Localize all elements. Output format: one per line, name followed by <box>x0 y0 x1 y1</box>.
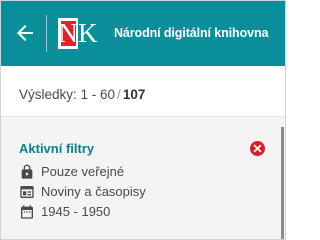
logo-letter-n: N <box>58 18 78 48</box>
active-filters-title: Aktivní filtry <box>19 141 95 156</box>
top-app-bar: N K Národní digitální knihovna <box>1 1 285 66</box>
filter-label: 1945 - 1950 <box>41 204 111 219</box>
app-frame: N K Národní digitální knihovna Výsledky:… <box>0 0 286 240</box>
header-divider <box>46 15 47 52</box>
filter-label: Noviny a časopisy <box>41 184 146 199</box>
app-title: Národní digitální knihovna <box>114 26 269 40</box>
back-button[interactable] <box>13 21 37 45</box>
remove-filters-button[interactable] <box>250 141 265 156</box>
results-total: 107 <box>122 87 146 102</box>
close-circle-icon <box>253 144 262 153</box>
newspaper-icon <box>20 186 34 198</box>
logo-letter-k: K <box>78 18 98 48</box>
arrow-left-icon <box>17 25 33 41</box>
nk-logo[interactable]: N K <box>58 18 98 49</box>
results-separator: / <box>117 87 121 102</box>
filter-label: Pouze veřejné <box>41 164 125 179</box>
active-filters-panel: Aktivní filtry Pouze veřejné Noviny a ča… <box>1 117 285 239</box>
scrollbar[interactable] <box>281 127 284 239</box>
logo-n-block: N <box>58 18 78 49</box>
results-summary: Výsledky: 1 - 60/107 <box>19 87 145 102</box>
lock-icon <box>21 164 33 179</box>
results-range: Výsledky: 1 - 60 <box>19 87 116 102</box>
calendar-icon <box>21 205 33 219</box>
